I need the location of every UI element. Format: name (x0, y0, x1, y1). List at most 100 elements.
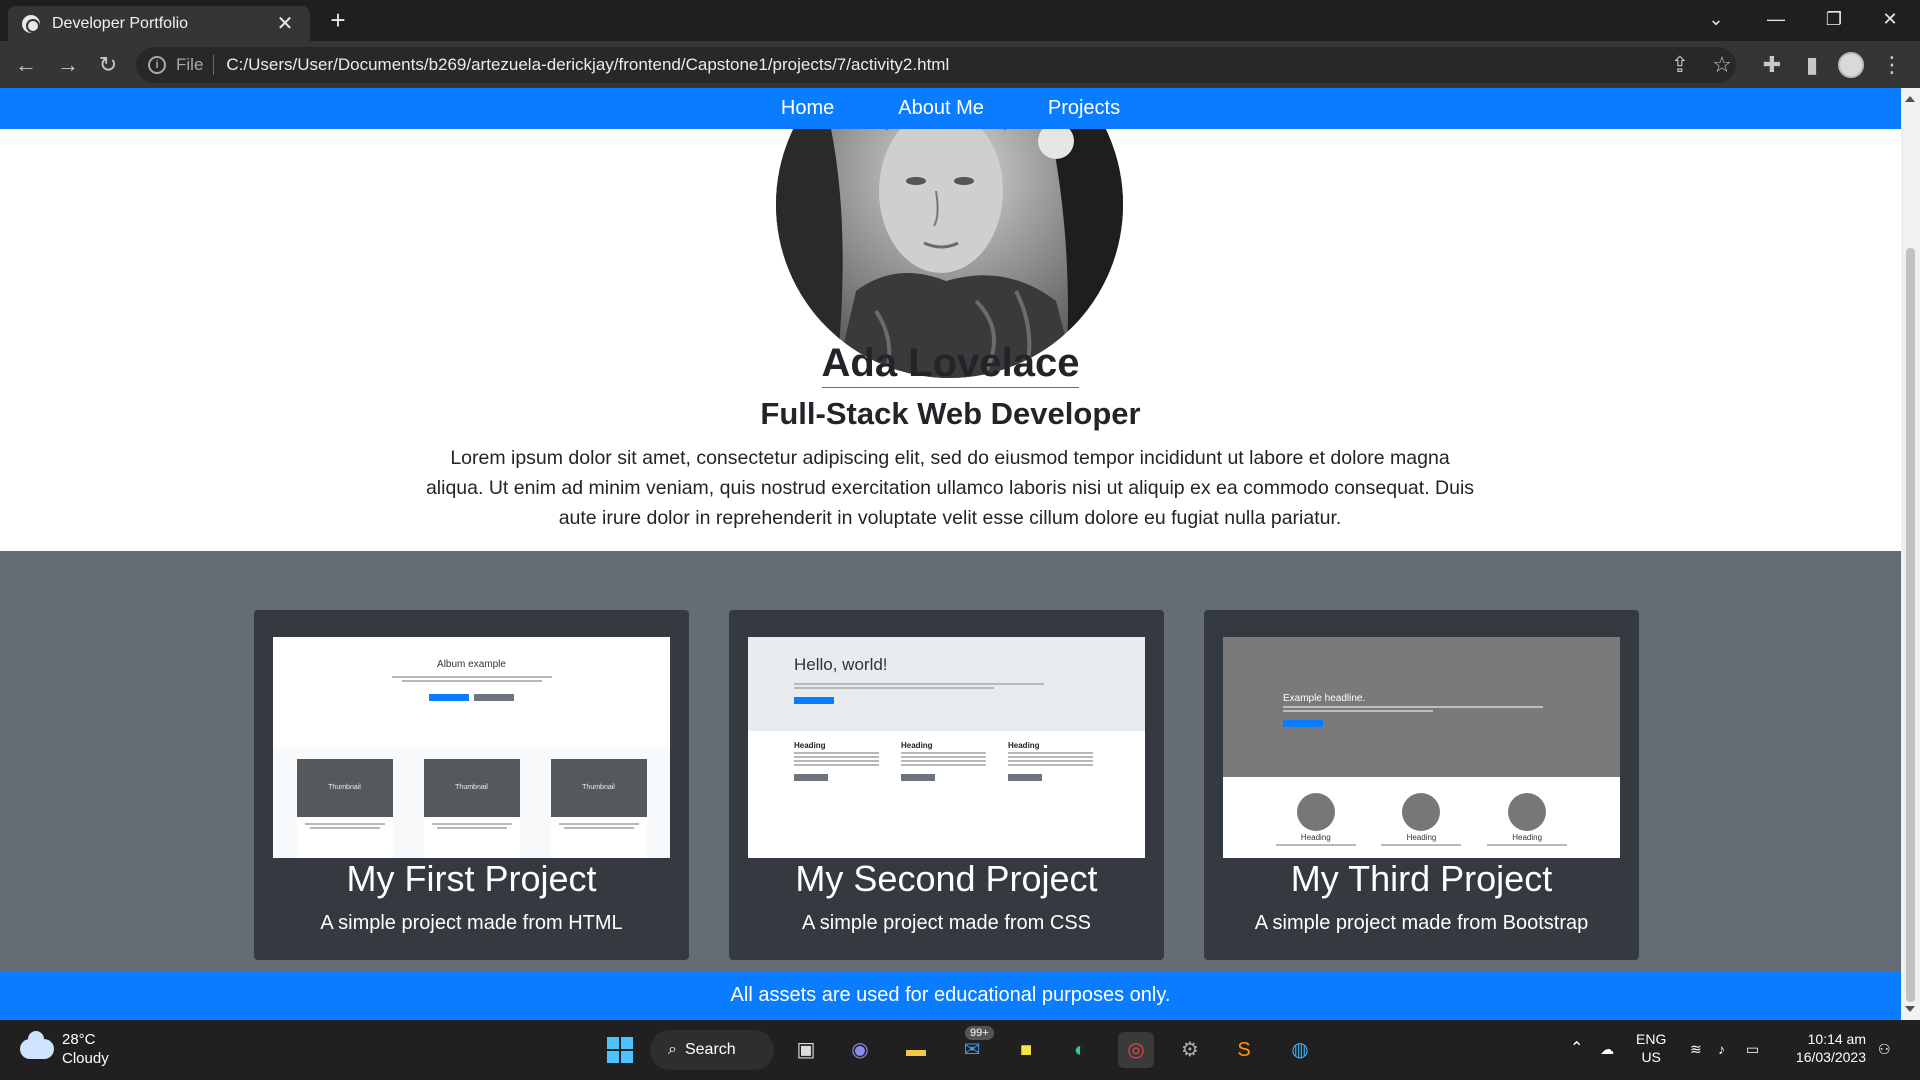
mini-heading: Album example (437, 659, 506, 670)
close-tab-icon[interactable]: ✕ (274, 11, 296, 36)
mini-column-heading: Heading (901, 741, 933, 750)
app-icon[interactable]: ◍ (1282, 1032, 1318, 1068)
volume-icon[interactable]: ♪ (1718, 1040, 1725, 1058)
mini-column: Heading (1008, 741, 1093, 786)
taskbar-search[interactable]: ⌕ Search (650, 1030, 774, 1070)
share-icon[interactable]: ⇪ (1664, 49, 1696, 81)
mini-circle (1296, 793, 1335, 831)
back-icon[interactable]: ← (10, 49, 42, 81)
address-url[interactable]: C:/Users/User/Documents/b269/artezuela-d… (226, 55, 949, 75)
mini-text-line (431, 823, 512, 825)
browser-tab[interactable]: Developer Portfolio ✕ (8, 6, 310, 41)
project-title[interactable]: My Second Project (729, 858, 1164, 900)
windows-start-icon[interactable] (602, 1032, 638, 1068)
mini-text-line (794, 683, 1044, 685)
task-view-icon[interactable]: ▣ (788, 1032, 824, 1068)
mini-column-heading: Heading (794, 741, 826, 750)
mini-button (794, 697, 834, 704)
tab-search-icon[interactable]: ⌄ (1688, 0, 1744, 38)
nav-link-home[interactable]: Home (749, 88, 866, 129)
site-footer: All assets are used for educational purp… (0, 971, 1901, 1020)
hero-name-text: Ada Lovelace (821, 341, 1080, 388)
battery-icon[interactable]: ▭ (1746, 1040, 1759, 1058)
mini-text-line (1283, 710, 1433, 712)
project-description: A simple project made from HTML (320, 912, 623, 934)
new-tab-button[interactable]: + (324, 6, 352, 34)
weather-widget[interactable]: 28°C Cloudy (20, 1030, 109, 1068)
menu-kebab-icon[interactable]: ⋮ (1876, 49, 1908, 81)
mini-text-line (563, 827, 634, 829)
mini-circle (1402, 793, 1441, 831)
side-panel-icon[interactable]: ▮ (1796, 49, 1828, 81)
region-text: US (1641, 1049, 1661, 1065)
mini-text-line (794, 752, 879, 754)
chrome-icon[interactable]: ◎ (1118, 1032, 1154, 1068)
mini-feature: Heading (1381, 793, 1462, 848)
mini-heading: Example headline. (1283, 693, 1366, 704)
teams-chat-icon[interactable]: ◉ (842, 1032, 878, 1068)
mini-thumbnail-label: Thumbnail (296, 759, 393, 817)
mini-card: Thumbnail (550, 759, 647, 858)
mini-column-heading: Heading (1512, 833, 1543, 842)
mini-jumbotron: Hello, world! (748, 637, 1145, 731)
project-card-1[interactable]: Album example Thumbnail Thumbnail Thumbn… (254, 610, 689, 960)
extensions-icon[interactable]: ✚ (1756, 49, 1788, 81)
mini-button (429, 694, 470, 701)
sublime-text-icon[interactable]: S (1226, 1032, 1262, 1068)
mini-feature: Heading (1275, 793, 1356, 848)
sticky-notes-icon[interactable]: ■ (1008, 1032, 1044, 1068)
project-card-3[interactable]: Example headline. Heading Heading Headin… (1204, 610, 1639, 960)
language-indicator[interactable]: ENG US (1636, 1030, 1666, 1066)
mini-button (473, 694, 514, 701)
mini-button (901, 774, 935, 781)
profile-avatar[interactable] (1838, 52, 1864, 78)
page-scrollbar[interactable] (1901, 88, 1920, 1020)
mini-button (1283, 720, 1323, 727)
hero-bio: Lorem ipsum dolor sit amet, consectetur … (425, 447, 1475, 529)
project-title[interactable]: My Third Project (1204, 858, 1639, 900)
profile-portrait (776, 88, 1123, 378)
cloud-icon (20, 1031, 54, 1059)
project-card-2[interactable]: Hello, world! Heading Heading Heading My… (729, 610, 1164, 960)
project-title[interactable]: My First Project (254, 858, 689, 900)
onedrive-icon[interactable]: ☁ (1600, 1040, 1614, 1058)
settings-gear-icon[interactable]: ⚙ (1172, 1032, 1208, 1068)
project-2-thumbnail: Hello, world! Heading Heading Heading (748, 626, 1145, 858)
notification-icon[interactable]: ⚇ (1878, 1040, 1891, 1058)
mini-text-line (794, 687, 994, 689)
nav-link-projects[interactable]: Projects (1016, 88, 1152, 129)
clock[interactable]: 10:14 am 16/03/2023 (1786, 1030, 1866, 1066)
mini-text-line (901, 752, 986, 754)
mini-text-line (794, 764, 879, 766)
bookmark-star-icon[interactable]: ☆ (1706, 49, 1738, 81)
scroll-thumb[interactable] (1906, 248, 1915, 1002)
mail-badge: 99+ (965, 1026, 994, 1040)
forward-icon[interactable]: → (52, 49, 84, 81)
mini-column-heading: Heading (1406, 833, 1437, 842)
info-icon[interactable]: i (148, 56, 166, 74)
edge-icon[interactable]: ◐ (1062, 1032, 1098, 1068)
close-window-icon[interactable]: ✕ (1862, 0, 1918, 38)
address-bar[interactable]: i File C:/Users/User/Documents/b269/arte… (136, 47, 1736, 83)
projects-section: Album example Thumbnail Thumbnail Thumbn… (0, 551, 1901, 971)
scroll-down-arrow[interactable] (1905, 1006, 1915, 1012)
nav-link-about[interactable]: About Me (866, 88, 1016, 129)
minimize-icon[interactable]: — (1748, 0, 1804, 38)
file-explorer-icon[interactable]: ▬ (898, 1032, 934, 1068)
lang-text: ENG (1636, 1031, 1667, 1047)
mini-column: Heading (901, 741, 986, 786)
mini-text-line (901, 760, 986, 762)
mini-thumbnail-label: Thumbnail (423, 759, 520, 817)
mini-text-line (1008, 760, 1093, 762)
globe-icon (22, 14, 40, 33)
mini-text-line (436, 827, 507, 829)
hero-section: Ada Lovelace Full-Stack Web Developer Lo… (0, 88, 1901, 551)
scroll-up-arrow[interactable] (1905, 96, 1915, 102)
restore-icon[interactable]: ❐ (1806, 0, 1862, 38)
tray-chevron-icon[interactable]: ⌃ (1570, 1040, 1583, 1058)
wifi-icon[interactable]: ≋ (1690, 1040, 1702, 1058)
reload-icon[interactable]: ↻ (92, 49, 124, 81)
mini-button (1008, 774, 1042, 781)
mini-text-line (309, 827, 380, 829)
weather-temp: 28°C (62, 1031, 96, 1048)
